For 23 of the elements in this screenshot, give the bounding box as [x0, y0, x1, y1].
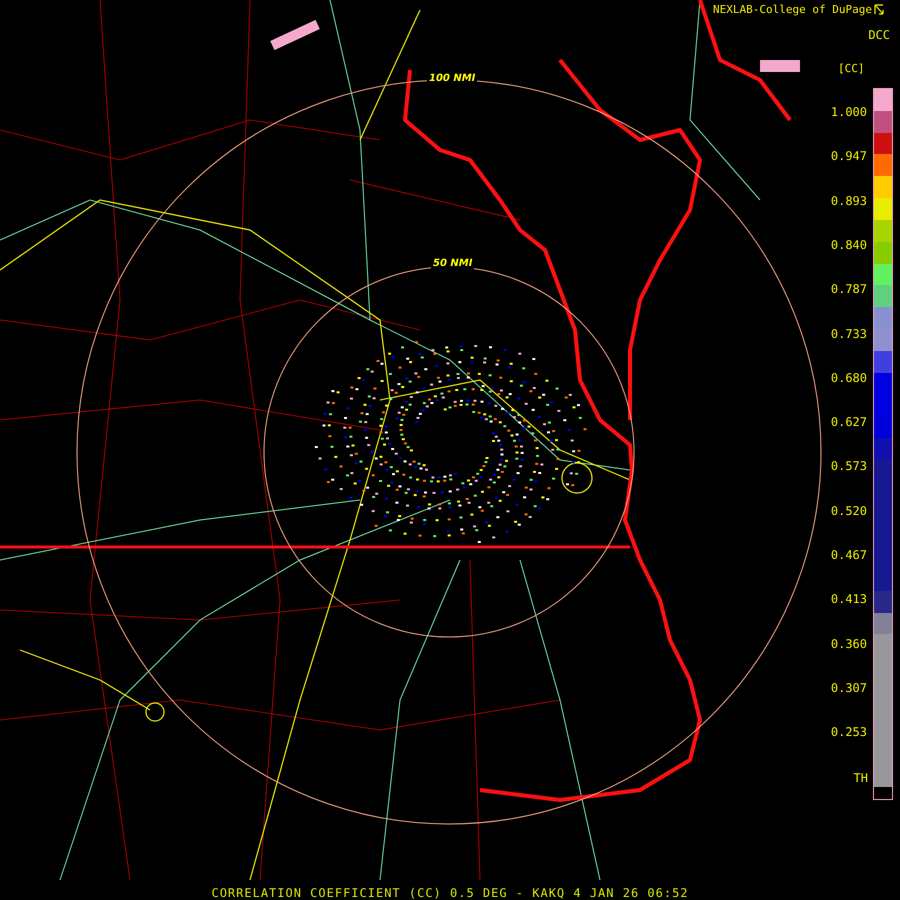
- scale-tick-label: 0.467: [830, 548, 867, 562]
- legend-unit: [CC]: [838, 62, 864, 75]
- scale-tick-label: 0.947: [830, 149, 867, 164]
- scale-tick-label: 0.360: [830, 636, 867, 651]
- arrow-icon: [874, 4, 884, 15]
- scale-tick-label: 0.680: [830, 370, 867, 385]
- scale-tick-label: 0.253: [830, 725, 867, 740]
- product-caption: CORRELATION COEFFICIENT (CC) 0.5 DEG - KAKQ 4 JAN 26 06:52: [211, 886, 689, 900]
- scale-tick-label: 0.840: [830, 238, 867, 252]
- legend-product: DCC: [868, 28, 890, 42]
- scale-tick-label: 1.000: [830, 105, 867, 119]
- scale-tick-label: 0.307: [830, 680, 867, 695]
- credit-text: NEXLAB-College of DuPage: [713, 3, 872, 16]
- scale-tick-label: 0.627: [830, 415, 867, 430]
- scale-tick-label: 0.733: [830, 326, 867, 340]
- range-ring-label: 100 NMI: [427, 73, 478, 84]
- scale-tick-label: 0.520: [830, 504, 867, 518]
- range-ring-label: 50 NMI: [431, 258, 474, 269]
- scale-tick-label: 0.787: [830, 282, 867, 296]
- scale-tick-label: 0.413: [830, 592, 867, 606]
- threshold-label: TH: [854, 771, 868, 785]
- scale-tick-label: 0.573: [830, 459, 867, 474]
- scale-tick-label: 0.893: [830, 194, 867, 208]
